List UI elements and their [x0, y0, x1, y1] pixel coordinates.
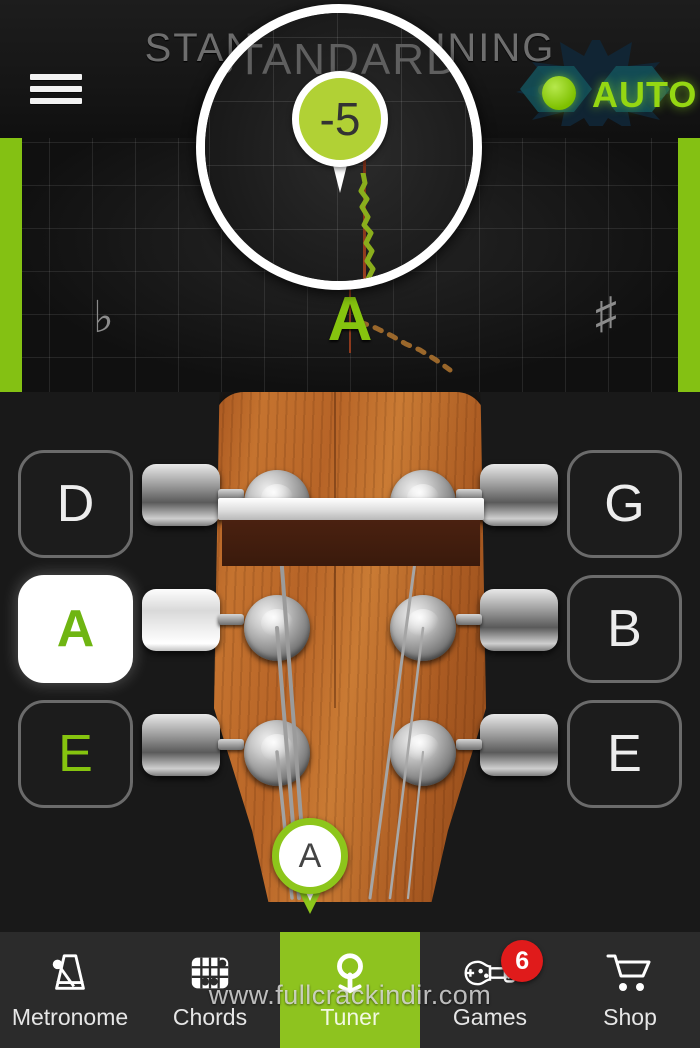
auto-mode-toggle[interactable]: AUTO [510, 40, 696, 126]
detected-note-label: A [327, 285, 373, 354]
auto-indicator-dot [542, 76, 576, 110]
string-button-a-label: A [56, 600, 95, 658]
string-button-e-low[interactable]: E [18, 700, 133, 808]
string-button-d[interactable]: D [18, 450, 133, 558]
tuner-magnifier-lens: STANDARD TUNING -5 [196, 4, 482, 290]
nav-item-metronome[interactable]: Metronome [0, 932, 140, 1048]
string-button-d-label: D [56, 475, 95, 533]
string-button-a[interactable]: A [18, 575, 133, 683]
tuner-pin-icon [322, 949, 378, 997]
nav-label-games: Games [452, 1004, 528, 1030]
hamburger-menu-icon[interactable] [30, 68, 82, 110]
string-button-e-high-label: E [607, 725, 642, 783]
games-badge: 6 [501, 940, 544, 982]
nav-item-tuner[interactable]: Tuner [280, 932, 420, 1048]
string-button-g[interactable]: G [567, 450, 682, 558]
string-position-label: A [298, 836, 322, 875]
bottom-navigation-bar: Metronome Chords Tuner 6 Games Shop [0, 932, 700, 1048]
nav-label-shop: Shop [603, 1004, 657, 1030]
cents-value: -5 [319, 93, 361, 145]
cents-pin-marker: -5 [292, 71, 388, 193]
shopping-cart-icon [602, 949, 658, 997]
chord-chart-icon [182, 949, 238, 997]
string-button-e-high[interactable]: E [567, 700, 682, 808]
tuner-app-screen: STANDARD TUNING AUTO ♭ ♯ A STANDARD [0, 0, 700, 1048]
string-button-b-label: B [607, 600, 642, 658]
nav-label-metronome: Metronome [11, 1004, 129, 1030]
string-position-marker: A [272, 818, 348, 914]
nav-label-chords: Chords [172, 1004, 248, 1030]
nav-item-shop[interactable]: Shop [560, 932, 700, 1048]
guitar-nut [218, 498, 484, 520]
string-button-g-label: G [604, 475, 645, 533]
string-button-b[interactable]: B [567, 575, 682, 683]
nav-item-games[interactable]: 6 Games [420, 932, 560, 1048]
metronome-icon [42, 949, 98, 997]
nav-label-tuner: Tuner [320, 1004, 380, 1030]
string-button-e-low-label: E [58, 725, 93, 783]
auto-label: AUTO [592, 74, 698, 115]
nav-item-chords[interactable]: Chords [140, 932, 280, 1048]
fretboard [222, 520, 480, 566]
